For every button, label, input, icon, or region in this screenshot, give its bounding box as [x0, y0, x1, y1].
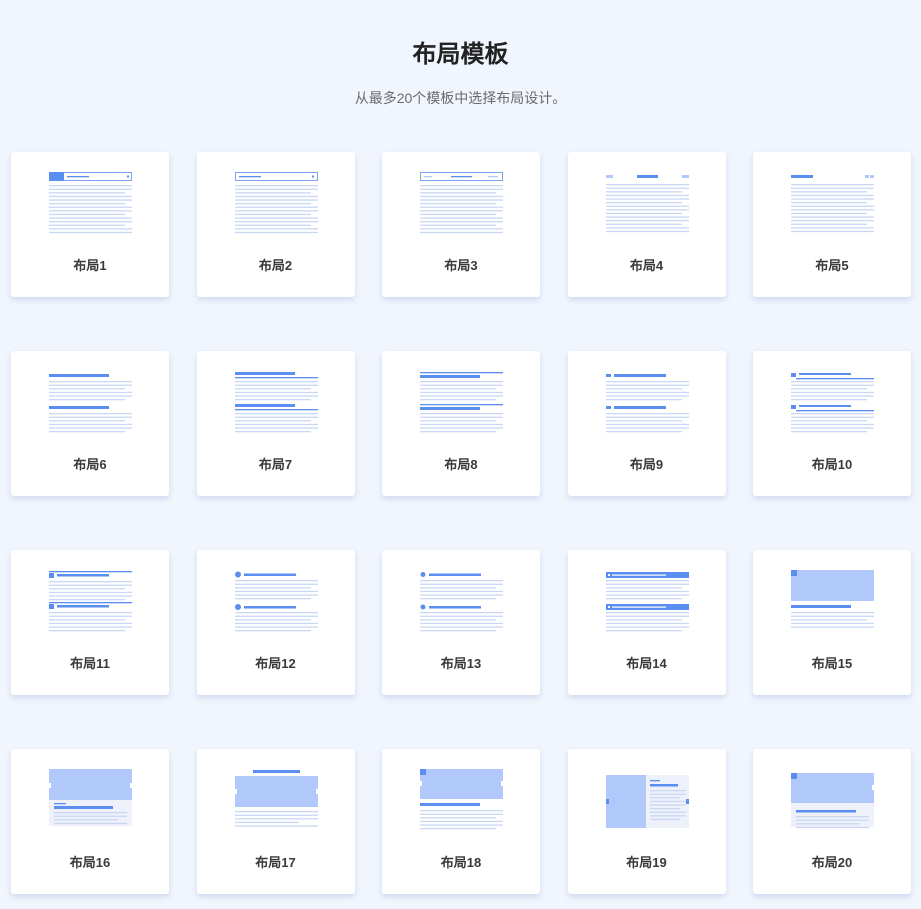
layout-13-thumbnail — [420, 570, 503, 632]
layout-6-label: 布局6 — [73, 457, 107, 472]
layout-18-thumbnail — [420, 769, 503, 831]
layout-card-9[interactable]: 布局9 — [567, 351, 726, 496]
layout-14-thumbnail — [605, 570, 689, 632]
layout-card-4[interactable]: 布局4 — [567, 152, 726, 297]
layout-17-label: 布局17 — [255, 855, 296, 870]
layout-card-10[interactable]: 布局10 — [753, 351, 911, 496]
layout-9-thumbnail — [605, 371, 689, 433]
layout-card-6[interactable]: 布局6 — [11, 351, 169, 496]
page-subtitle: 从最多20个模板中选择布局设计。 — [354, 90, 567, 106]
layout-card-19[interactable]: 布局19 — [567, 749, 726, 894]
layout-template-grid: 布局1 布局2 布局3 布局4 布局5 布局6 布局7 布局8 布局9 布局10… — [11, 152, 911, 894]
layout-16-thumbnail — [49, 769, 132, 831]
layout-7-thumbnail — [234, 371, 318, 433]
layout-8-thumbnail — [420, 371, 503, 433]
layout-9-label: 布局9 — [629, 457, 664, 472]
layout-17-thumbnail — [234, 769, 318, 831]
layout-19-label: 布局19 — [626, 855, 667, 870]
layout-1-thumbnail — [49, 172, 132, 234]
layout-11-label: 布局11 — [70, 656, 110, 671]
layout-card-18[interactable]: 布局18 — [382, 749, 540, 894]
layout-3-thumbnail — [420, 172, 503, 234]
page-title: 布局模板 — [412, 39, 509, 68]
layout-2-thumbnail — [234, 172, 318, 234]
layout-card-1[interactable]: 布局1 — [11, 152, 169, 297]
layout-4-thumbnail — [605, 172, 689, 234]
layout-19-thumbnail — [605, 769, 689, 831]
layout-8-label: 布局8 — [444, 457, 478, 472]
layout-card-16[interactable]: 布局16 — [11, 749, 169, 894]
layout-card-20[interactable]: 布局20 — [753, 749, 911, 894]
layout-10-thumbnail — [791, 371, 874, 433]
layout-11-thumbnail — [49, 570, 132, 632]
layout-14-label: 布局14 — [626, 656, 667, 671]
layout-card-13[interactable]: 布局13 — [382, 550, 540, 695]
layout-card-11[interactable]: 布局11 — [11, 550, 169, 695]
layout-15-label: 布局15 — [811, 656, 853, 671]
layout-12-thumbnail — [234, 570, 318, 632]
layout-12-label: 布局12 — [255, 656, 296, 671]
layout-5-label: 布局5 — [815, 258, 849, 273]
layout-4-label: 布局4 — [629, 258, 664, 273]
layout-card-2[interactable]: 布局2 — [196, 152, 355, 297]
layout-card-17[interactable]: 布局17 — [196, 749, 355, 894]
layout-7-label: 布局7 — [258, 457, 293, 472]
layout-10-label: 布局10 — [811, 457, 853, 472]
layout-1-label: 布局1 — [73, 258, 107, 273]
layout-16-label: 布局16 — [69, 855, 111, 870]
layout-card-8[interactable]: 布局8 — [382, 351, 540, 496]
layout-card-5[interactable]: 布局5 — [753, 152, 911, 297]
layout-20-thumbnail — [791, 769, 874, 831]
layout-2-label: 布局2 — [258, 258, 293, 273]
layout-card-7[interactable]: 布局7 — [196, 351, 355, 496]
layout-6-thumbnail — [49, 371, 132, 433]
layout-card-12[interactable]: 布局12 — [196, 550, 355, 695]
layout-13-label: 布局13 — [440, 656, 482, 671]
layout-20-label: 布局20 — [811, 855, 853, 870]
layout-18-label: 布局18 — [440, 855, 482, 870]
layout-3-label: 布局3 — [444, 258, 478, 273]
layout-card-15[interactable]: 布局15 — [753, 550, 911, 695]
layout-5-thumbnail — [791, 172, 874, 234]
layout-card-14[interactable]: 布局14 — [567, 550, 726, 695]
layout-15-thumbnail — [791, 570, 874, 632]
layout-card-3[interactable]: 布局3 — [382, 152, 540, 297]
